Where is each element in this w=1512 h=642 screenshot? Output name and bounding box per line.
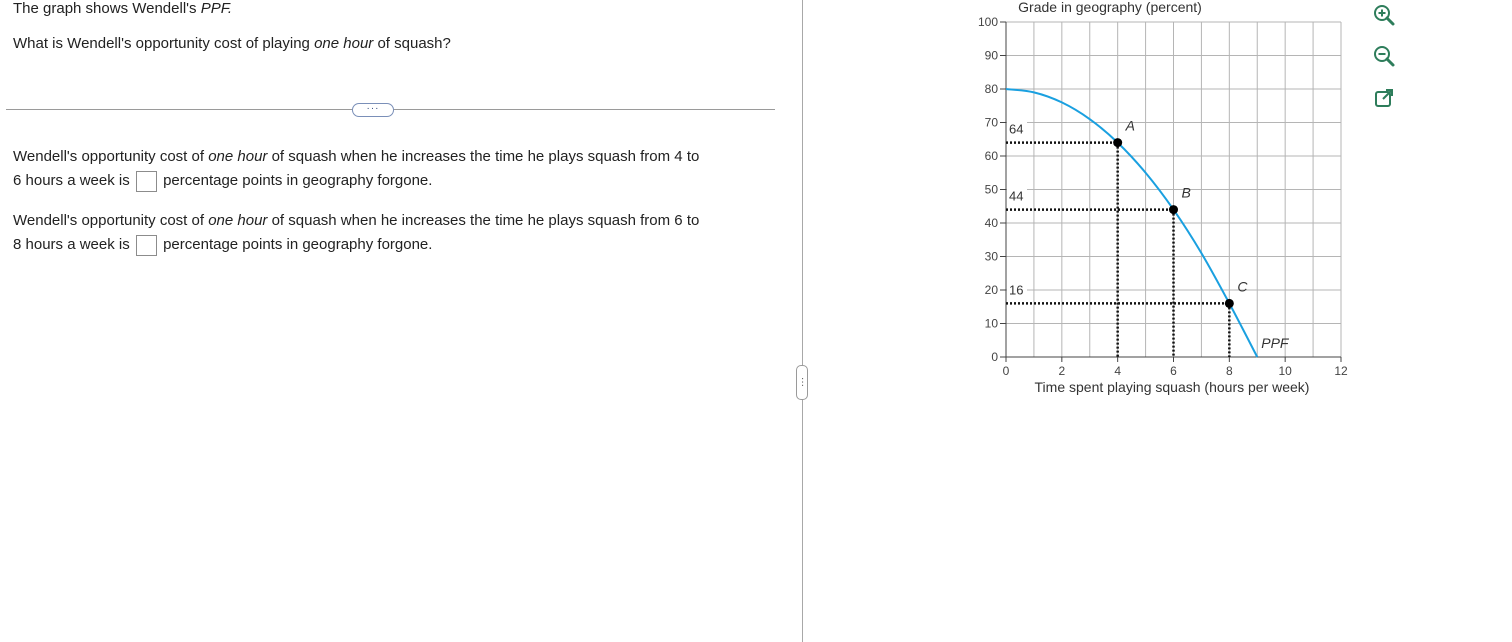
answer-item-1: Wendell's opportunity cost of one hour o… [13, 145, 773, 193]
answer-2-mid: of squash when he increases the time he … [267, 212, 700, 229]
y-tick-label: 60 [985, 149, 999, 163]
intro-ppf: PPF. [200, 0, 233, 17]
y-tick-label: 30 [985, 250, 999, 264]
point-label-c: C [1237, 278, 1248, 294]
popout-icon[interactable] [1371, 85, 1397, 111]
answer-1-em: one hour [208, 148, 268, 165]
y-tick-label: 50 [985, 183, 999, 197]
point-a [1113, 138, 1123, 148]
answer-2-pre: Wendell's opportunity cost of [13, 212, 209, 229]
intro-text: The graph shows Wendell's [13, 0, 201, 17]
y-tick-label: 90 [985, 49, 999, 63]
y-tick-label: 40 [985, 216, 999, 230]
question-pane: The graph shows Wendell's PPF. What is W… [0, 0, 800, 642]
question-intro: The graph shows Wendell's PPF. [13, 0, 232, 17]
y-value-label: 44 [1009, 189, 1023, 204]
x-tick-label: 8 [1226, 364, 1233, 378]
answer-1-line2-pre: 6 hours a week is [13, 172, 130, 189]
x-tick-label: 12 [1334, 364, 1348, 378]
x-tick-label: 4 [1114, 364, 1121, 378]
x-axis-label: Time spent playing squash (hours per wee… [1035, 379, 1310, 395]
point-c [1224, 298, 1234, 308]
expand-more-button[interactable]: ··· [352, 103, 394, 117]
answer-1-mid: of squash when he increases the time he … [267, 148, 700, 165]
y-tick-label: 10 [985, 317, 999, 331]
x-tick-label: 6 [1170, 364, 1177, 378]
y-value-label: 16 [1009, 282, 1023, 297]
x-tick-label: 10 [1278, 364, 1292, 378]
ask-text-em: one hour [314, 35, 374, 52]
zoom-out-icon[interactable] [1371, 43, 1397, 69]
answer-1-pre: Wendell's opportunity cost of [13, 148, 209, 165]
y-tick-label: 0 [991, 350, 998, 364]
answer-1-line2-post: percentage points in geography forgone. [163, 172, 433, 189]
pane-divider [802, 0, 803, 642]
answer-1-input[interactable] [135, 170, 157, 192]
y-axis-label: Grade in geography (percent) [1018, 0, 1202, 15]
ask-text-post: of squash? [373, 35, 451, 52]
y-tick-label: 70 [985, 116, 999, 130]
answer-item-2: Wendell's opportunity cost of one hour o… [13, 209, 773, 257]
answer-2-input[interactable] [135, 234, 157, 256]
point-label-b: B [1182, 185, 1191, 201]
pane-resize-handle[interactable]: ··· [796, 365, 808, 400]
x-tick-label: 2 [1058, 364, 1065, 378]
point-b [1169, 205, 1178, 215]
zoom-in-icon[interactable] [1371, 2, 1397, 28]
ask-text-pre: What is Wendell's opportunity cost of pl… [13, 35, 315, 52]
y-tick-label: 80 [985, 82, 999, 96]
y-value-label: 64 [1009, 122, 1023, 137]
pane-handle-dots: ··· [797, 377, 808, 387]
y-tick-label: 20 [985, 283, 999, 297]
ppf-label: PPF [1261, 335, 1290, 351]
x-tick-label: 0 [1003, 364, 1010, 378]
question-ask: What is Wendell's opportunity cost of pl… [13, 35, 451, 52]
answer-2-em: one hour [208, 212, 268, 229]
answer-2-line2-pre: 8 hours a week is [13, 236, 130, 253]
answer-2-line2-post: percentage points in geography forgone. [163, 236, 433, 253]
ppf-chart: 0 10 20 30 40 50 60 70 80 90 100 0 2 4 6 8 10 12 64 44 16 P… [978, 0, 1348, 395]
y-tick-label: 100 [978, 15, 998, 29]
point-label-a: A [1125, 118, 1135, 134]
